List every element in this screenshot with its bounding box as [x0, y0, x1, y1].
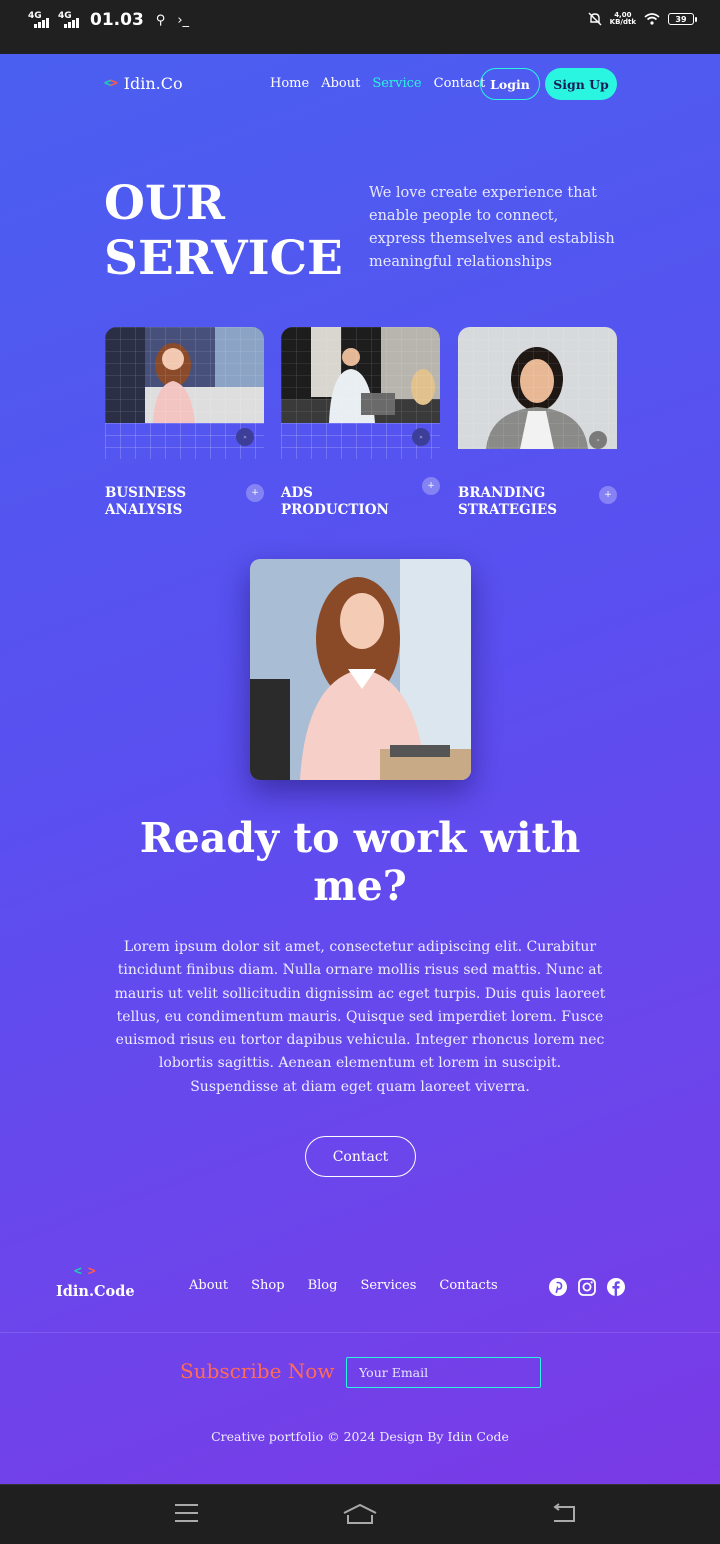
page-title: OUR SERVICE — [104, 176, 343, 286]
service-card-branding-strategies[interactable]: » BRANDING STRATEGIES + — [458, 327, 617, 518]
email-field[interactable] — [346, 1357, 541, 1388]
battery-icon: 39 — [668, 13, 697, 25]
plus-icon[interactable]: + — [422, 477, 440, 495]
copyright-text: Creative portfolio © 2024 Design By Idin… — [211, 1429, 509, 1444]
system-nav-bar — [0, 1484, 720, 1544]
nav-links: Home About Service Contact — [270, 76, 485, 91]
site-header: <> Idin.Co Home About Service Contact Lo… — [104, 68, 617, 100]
service-image — [281, 327, 440, 423]
footer-link-about[interactable]: About — [189, 1278, 228, 1293]
footer-links: About Shop Blog Services Contacts — [189, 1278, 498, 1293]
usb-icon: ⚲ — [155, 12, 166, 28]
status-bar: 4G 4G 01.03 ⚲ ›_ 4,00 KB/dtk 39 — [0, 0, 720, 54]
wifi-icon — [644, 13, 660, 25]
network-speed: 4,00 KB/dtk — [609, 11, 636, 26]
hero-description: We love create experience that enable pe… — [369, 185, 615, 270]
footer-divider — [0, 1332, 720, 1333]
footer-link-blog[interactable]: Blog — [308, 1278, 338, 1293]
pinterest-icon[interactable] — [549, 1278, 567, 1296]
facebook-icon[interactable] — [607, 1278, 625, 1296]
instagram-icon[interactable] — [578, 1278, 596, 1296]
menu-icon[interactable] — [174, 1503, 199, 1523]
plus-icon[interactable]: + — [599, 486, 617, 504]
code-brackets-icon: <> — [74, 1264, 102, 1279]
footer-link-shop[interactable]: Shop — [251, 1278, 284, 1293]
plus-icon[interactable]: + — [246, 484, 264, 502]
social-links — [549, 1278, 625, 1296]
terminal-icon: ›_ — [177, 12, 190, 28]
signal-icon: 4G — [58, 12, 82, 28]
status-time: 01.03 — [90, 10, 144, 30]
signal-icon: 4G — [28, 12, 52, 28]
service-label: BRANDING STRATEGIES — [458, 485, 557, 518]
home-icon[interactable] — [342, 1503, 378, 1525]
signup-button[interactable]: Sign Up — [545, 68, 617, 100]
featured-photo — [250, 559, 471, 780]
service-card-business-analysis[interactable]: » BUSINESS ANALYSIS + — [105, 327, 264, 518]
card-arrow-icon[interactable]: » — [589, 431, 607, 449]
footer-link-contacts[interactable]: Contacts — [439, 1278, 497, 1293]
contact-button[interactable]: Contact — [305, 1136, 416, 1177]
service-image: » — [458, 327, 617, 449]
cta-title: Ready to work with me? — [139, 814, 581, 910]
back-icon[interactable] — [550, 1503, 576, 1523]
web-page: <> Idin.Co Home About Service Contact Lo… — [0, 54, 720, 1484]
service-label: ADS PRODUCTION — [281, 485, 389, 518]
card-arrow-icon[interactable]: » — [412, 428, 430, 446]
service-image — [105, 327, 264, 423]
login-button[interactable]: Login — [480, 68, 540, 100]
subscribe-heading: Subscribe Now — [180, 1359, 335, 1383]
site-logo[interactable]: <> Idin.Co — [104, 74, 183, 93]
service-card-ads-production[interactable]: » ADS PRODUCTION + — [281, 327, 440, 518]
nav-link-service[interactable]: Service — [372, 76, 421, 91]
mute-icon — [588, 12, 602, 26]
nav-link-about[interactable]: About — [321, 76, 360, 91]
nav-link-home[interactable]: Home — [270, 76, 309, 91]
code-brackets-icon: <> — [104, 76, 118, 91]
card-arrow-icon[interactable]: » — [236, 428, 254, 446]
footer-link-services[interactable]: Services — [360, 1278, 416, 1293]
footer-logo[interactable]: <> Idin.Code — [56, 1264, 136, 1300]
service-label: BUSINESS ANALYSIS — [105, 485, 187, 518]
cta-body: Lorem ipsum dolor sit amet, consectetur … — [114, 939, 606, 1095]
nav-link-contact[interactable]: Contact — [434, 76, 486, 91]
